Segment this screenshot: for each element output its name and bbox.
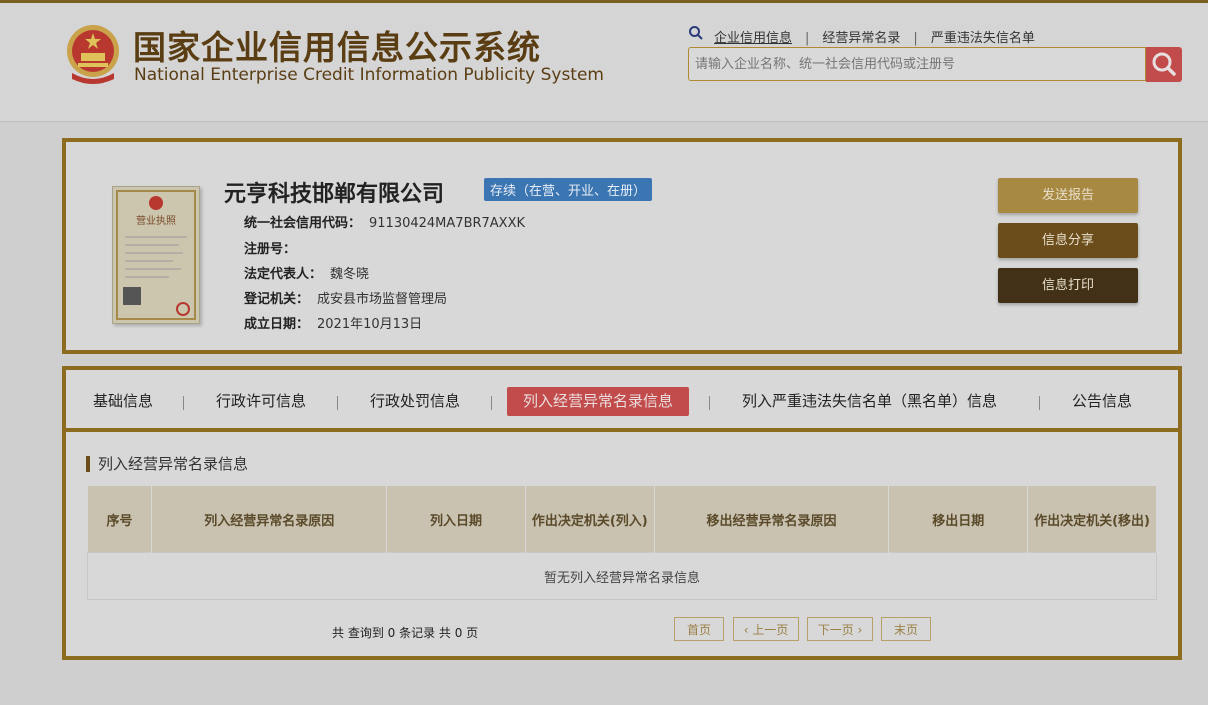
tab-basic-info[interactable]: 基础信息 — [93, 387, 153, 416]
field-legal-rep: 法定代表人： 魏冬晓 — [244, 263, 369, 282]
field-reg-no: 注册号： — [244, 238, 304, 257]
nav-credit-info-link[interactable]: 企业信用信息 — [714, 31, 792, 46]
tab-announcements[interactable]: 公告信息 — [1072, 387, 1132, 416]
nav-abnormal-list-link[interactable]: 经营异常名录 — [822, 31, 900, 46]
field-authority: 登记机关： 成安县市场监督管理局 — [244, 288, 447, 307]
first-page-button[interactable]: 首页 — [674, 617, 724, 641]
share-info-button[interactable]: 信息分享 — [998, 223, 1138, 258]
tab-abnormal-list[interactable]: 列入经营异常名录信息 — [507, 387, 690, 416]
abnormal-list-table: 序号 列入经营异常名录原因 列入日期 作出决定机关(列入) 移出经营异常名录原因… — [87, 486, 1157, 600]
field-value: 2021年10月13日 — [317, 317, 423, 332]
field-label: 成立日期： — [244, 317, 310, 332]
next-page-button[interactable]: 下一页 › — [807, 617, 873, 641]
send-report-button[interactable]: 发送报告 — [998, 178, 1138, 213]
tab-separator — [337, 396, 338, 410]
col-list-date: 列入日期 — [386, 486, 526, 553]
search-box — [688, 47, 1146, 81]
site-title-en: National Enterprise Credit Information P… — [134, 65, 604, 85]
tab-admin-penalty[interactable]: 行政处罚信息 — [370, 387, 460, 416]
field-label: 法定代表人： — [244, 267, 323, 282]
tab-bar: 基础信息 行政许可信息 行政处罚信息 列入经营异常名录信息 列入严重违法失信名单… — [66, 370, 1178, 432]
license-image: 营业执照 — [116, 190, 196, 320]
col-remove-authority: 作出决定机关(移出) — [1027, 486, 1157, 553]
field-credit-code: 统一社会信用代码： 91130424MA7BR7AXXK — [244, 212, 525, 231]
top-nav: 企业信用信息 | 经营异常名录 | 严重违法失信名单 — [714, 27, 1035, 46]
tab-separator — [491, 396, 492, 410]
nav-separator: | — [913, 31, 918, 46]
field-value: 成安县市场监督管理局 — [317, 292, 448, 307]
tab-admin-license[interactable]: 行政许可信息 — [216, 387, 306, 416]
national-emblem-icon — [67, 25, 119, 84]
site-title-cn: 国家企业信用信息公示系统 — [133, 28, 541, 67]
tab-separator — [709, 396, 710, 410]
col-remove-date: 移出日期 — [888, 486, 1029, 553]
company-name: 元亨科技邯郸有限公司 — [224, 182, 445, 207]
section-title: 列入经营异常名录信息 — [86, 456, 248, 472]
nav-separator: | — [805, 31, 810, 46]
col-index: 序号 — [87, 486, 153, 553]
record-count: 共 查询到 0 条记录 共 0 页 — [332, 626, 479, 640]
tab-separator — [183, 396, 184, 410]
print-info-button[interactable]: 信息打印 — [998, 268, 1138, 303]
col-list-authority: 作出决定机关(列入) — [525, 486, 655, 553]
company-card: 营业执照 元亨科技邯郸有限公司 存续（在营、开业、在册） 统一社会信用代码： 91… — [62, 138, 1182, 354]
info-panel: 基础信息 行政许可信息 行政处罚信息 列入经营异常名录信息 列入严重违法失信名单… — [62, 366, 1182, 660]
table-header-row: 序号 列入经营异常名录原因 列入日期 作出决定机关(列入) 移出经营异常名录原因… — [87, 486, 1157, 553]
field-established: 成立日期： 2021年10月13日 — [244, 313, 422, 332]
field-value: 91130424MA7BR7AXXK — [369, 216, 526, 231]
field-label: 统一社会信用代码： — [244, 216, 362, 231]
site-header: 国家企业信用信息公示系统 National Enterprise Credit … — [0, 3, 1208, 122]
tab-separator — [1039, 396, 1040, 410]
license-caption: 营业执照 — [136, 214, 176, 227]
col-remove-reason: 移出经营异常名录原因 — [654, 486, 890, 553]
field-label: 注册号： — [244, 242, 297, 257]
tab-blacklist[interactable]: 列入严重违法失信名单（黑名单）信息 — [742, 387, 997, 416]
status-badge: 存续（在营、开业、在册） — [484, 178, 653, 201]
table-row: 暂无列入经营异常名录信息 — [87, 552, 1157, 600]
search-button[interactable] — [1146, 47, 1182, 82]
col-list-reason: 列入经营异常名录原因 — [151, 486, 388, 553]
last-page-button[interactable]: 末页 — [881, 617, 931, 641]
field-label: 登记机关： — [244, 292, 310, 307]
empty-message: 暂无列入经营异常名录信息 — [87, 552, 1157, 600]
search-icon — [689, 26, 703, 40]
prev-page-button[interactable]: ‹ 上一页 — [733, 617, 799, 641]
business-license-thumbnail[interactable]: 营业执照 — [112, 186, 200, 324]
search-icon — [1152, 52, 1176, 76]
search-input[interactable] — [689, 48, 1141, 80]
field-value: 魏冬晓 — [330, 267, 370, 282]
nav-blacklist-link[interactable]: 严重违法失信名单 — [931, 31, 1035, 46]
